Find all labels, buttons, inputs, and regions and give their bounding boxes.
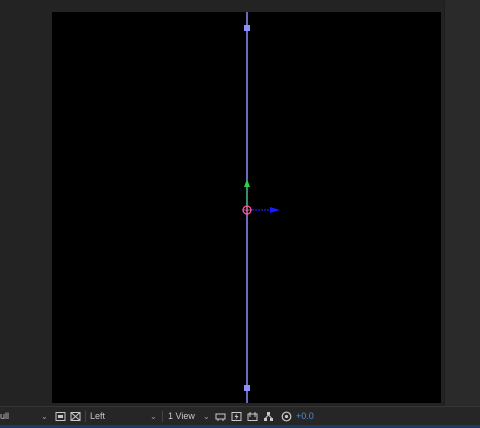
toolbar-separator xyxy=(162,411,163,422)
view-layout-chevron-icon[interactable]: ⌄ xyxy=(203,407,210,426)
snapshot-icon[interactable] xyxy=(55,407,66,426)
transparency-grid-icon[interactable] xyxy=(70,407,81,426)
reset-exposure-icon[interactable] xyxy=(281,407,292,426)
view-layout-dropdown[interactable]: 1 View xyxy=(168,407,195,426)
exposure-text: +0.0 xyxy=(296,411,314,421)
pixel-aspect-icon[interactable] xyxy=(215,407,226,426)
resolution-value: ull xyxy=(0,411,10,421)
resolution-dropdown[interactable]: ull xyxy=(0,407,9,426)
fast-previews-icon[interactable] xyxy=(231,407,242,426)
right-panel-edge xyxy=(444,0,480,406)
toolbar-separator xyxy=(85,411,86,422)
timeline-icon[interactable] xyxy=(247,407,258,426)
resolution-dropdown-chevron-icon[interactable]: ⌄ xyxy=(41,407,48,426)
view-angle-chevron-icon[interactable]: ⌄ xyxy=(150,407,157,426)
view-angle-label: Left xyxy=(90,411,106,421)
composition-canvas[interactable] xyxy=(52,12,441,403)
view-layout-label: 1 View xyxy=(168,411,195,421)
viewer-toolbar: ull ⌄ Left ⌄ 1 View ⌄ +0.0 xyxy=(0,406,480,426)
view-angle-dropdown[interactable]: Left xyxy=(90,407,105,426)
exposure-value[interactable]: +0.0 xyxy=(296,407,314,426)
flowchart-icon[interactable] xyxy=(263,407,274,426)
